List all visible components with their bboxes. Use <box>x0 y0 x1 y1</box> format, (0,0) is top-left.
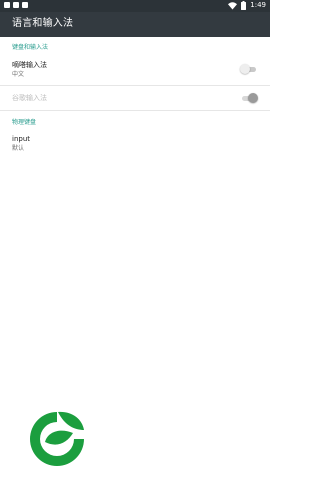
wifi-icon <box>228 1 238 9</box>
toggle-switch[interactable] <box>240 64 258 74</box>
divider <box>0 110 270 111</box>
clock: 1:49 <box>250 1 266 9</box>
battery-icon <box>241 1 247 10</box>
notification-square-icon <box>22 2 28 8</box>
page-title: 语言和输入法 <box>12 18 74 29</box>
list-item-subtitle: 中文 <box>12 71 25 78</box>
notification-square-icon <box>4 2 10 8</box>
toggle-switch[interactable] <box>240 93 258 103</box>
divider <box>0 85 270 86</box>
notification-square-icon <box>13 2 19 8</box>
list-item-subtitle: 默认 <box>12 145 25 152</box>
list-item-title: input <box>12 135 31 143</box>
leaf-logo-icon <box>30 411 84 466</box>
app-bar: 语言和输入法 <box>0 12 270 37</box>
notification-icons <box>4 2 28 8</box>
section-header-physical-keyboard: 物理键盘 <box>12 119 37 126</box>
list-item-title: 嘀嗒输入法 <box>12 61 47 69</box>
section-header-keyboard: 键盘和输入法 <box>12 44 49 51</box>
list-item-title: 谷歌输入法 <box>12 94 47 102</box>
status-bar: 1:49 <box>0 0 270 12</box>
status-icons: 1:49 <box>228 1 266 10</box>
